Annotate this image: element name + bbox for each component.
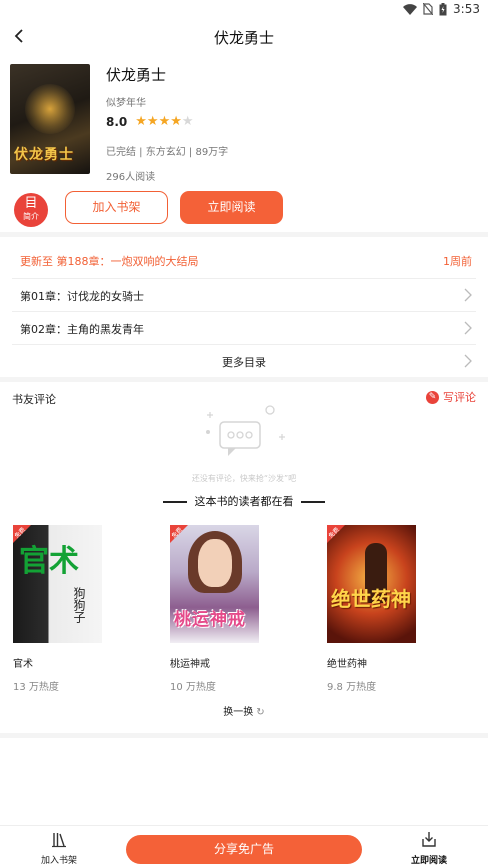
empty-comments-text: 还没有评论，快来抢“沙发”吧 (191, 474, 297, 483)
recommend-book-heat: 13 万热度 (13, 682, 59, 693)
no-sim-icon (423, 3, 434, 15)
cover-title: 绝世药神 (331, 587, 411, 611)
star-empty-icon: ★ (181, 114, 194, 129)
nav-bar: 伏龙勇士 (0, 20, 488, 52)
share-no-ads-button[interactable]: 分享免广告 (126, 835, 362, 864)
read-now-button[interactable]: 立即阅读 (180, 191, 283, 224)
title-line-right (301, 501, 325, 503)
refresh-icon: ↻ (256, 707, 265, 718)
recommend-book-card[interactable]: 桃运神戒 免费 桃运神戒 10 万热度 (170, 525, 290, 695)
recommend-book-cover: 官术 狗狗子 免费 (13, 525, 102, 643)
reviews-title: 书友评论 (12, 393, 56, 406)
download-icon (422, 832, 436, 847)
write-review-button[interactable]: ✎ 写评论 (426, 389, 476, 405)
status-icons: 3:53 (403, 2, 480, 16)
chevron-right-icon (464, 288, 472, 302)
book-author[interactable]: 似梦年华 (106, 94, 146, 109)
book-read-count: 296人阅读 (106, 172, 156, 183)
recommend-book-heat: 9.8 万热度 (327, 682, 377, 693)
cover-art (25, 84, 75, 134)
latest-chapter: 更新至 第188章：一炮双响的大结局 (20, 255, 199, 268)
book-cover[interactable]: 伏龙勇士 (10, 64, 90, 174)
section-divider (0, 232, 488, 237)
chevron-right-icon (464, 354, 472, 368)
cover-art (198, 539, 232, 587)
chapter-title: 第01章：讨伐龙的女骑士 (20, 290, 144, 303)
wifi-icon (403, 3, 418, 15)
chapter-title: 第02章：主角的黑发青年 (20, 323, 144, 336)
book-meta: 已完结 | 东方玄幻 | 89万字 (106, 147, 229, 158)
bottom-add-to-shelf[interactable]: 加入书架 (34, 830, 84, 866)
latest-update-row[interactable]: 更新至 第188章：一炮双响的大结局 1周前 (20, 250, 472, 272)
bottom-read-now-label: 立即阅读 (410, 856, 447, 866)
battery-icon (439, 2, 447, 15)
star-filled-icon: ★ (170, 114, 182, 129)
recommend-book-name: 桃运神戒 (170, 659, 210, 670)
status-time: 3:53 (453, 2, 480, 16)
intro-button[interactable]: 目 简介 (14, 193, 48, 227)
bottom-bar: 加入书架 分享免广告 立即阅读 (0, 825, 488, 867)
pencil-icon: ✎ (426, 390, 439, 404)
write-review-label: 写评论 (443, 391, 476, 404)
status-bar: 3:53 (0, 0, 488, 20)
section-divider (0, 377, 488, 382)
star-filled-icon: ★ (135, 114, 147, 129)
chapter-item[interactable]: 第01章：讨伐龙的女骑士 (12, 278, 476, 311)
recommend-book-cover: 绝世药神 免费 (327, 525, 416, 643)
recommend-book-card[interactable]: 绝世药神 免费 绝世药神 9.8 万热度 (327, 525, 447, 695)
cover-title: 桃运神戒 (174, 610, 246, 630)
intro-icon: 目 (24, 196, 38, 211)
update-time: 1周前 (443, 255, 472, 268)
book-header: 伏龙勇士 伏龙勇士 似梦年华 8.0 ★ ★ ★ ★ ★ 已完结 | 东方玄幻 | 89… (10, 64, 480, 184)
add-to-shelf-button[interactable]: 加入书架 (65, 191, 168, 224)
refresh-label: 换一换 (223, 707, 254, 718)
rating-score: 8.0 (106, 114, 128, 129)
chevron-right-icon (464, 321, 472, 335)
section-divider (0, 733, 488, 738)
recommend-book-card[interactable]: 官术 狗狗子 免费 官术 13 万热度 (13, 525, 133, 695)
page-title: 伏龙勇士 (213, 29, 274, 47)
recommend-book-heat: 10 万热度 (170, 682, 216, 693)
cover-title: 伏龙勇士 (14, 147, 74, 163)
recommend-book-cover: 桃运神戒 免费 (170, 525, 259, 643)
star-filled-icon: ★ (146, 114, 159, 129)
star-filled-icon: ★ (158, 114, 171, 129)
recommend-book-name: 官术 (13, 659, 33, 670)
empty-comments-icon (206, 405, 285, 456)
recommend-book-name: 绝世药神 (327, 659, 367, 670)
title-line-left (163, 501, 187, 503)
bottom-add-to-shelf-label: 加入书架 (40, 856, 77, 866)
recommend-title: 这本书的读者都在看 (194, 495, 294, 508)
more-chapters-label: 更多目录 (222, 356, 266, 369)
bottom-read-now[interactable]: 立即阅读 (402, 830, 456, 866)
intro-label: 简介 (23, 212, 39, 221)
chapter-item[interactable]: 第02章：主角的黑发青年 (12, 311, 476, 344)
bookshelf-icon (52, 833, 66, 848)
refresh-button[interactable]: 换一换 ↻ (0, 703, 488, 718)
more-chapters-row[interactable]: 更多目录 (12, 344, 476, 377)
cover-title: 官术 (19, 544, 79, 579)
recommend-title-row: 这本书的读者都在看 (0, 493, 488, 509)
cover-author: 狗狗子 (72, 587, 86, 623)
rating-stars: ★ ★ ★ ★ ★ (135, 114, 193, 129)
action-row: 目 简介 加入书架 立即阅读 (0, 191, 488, 227)
book-title: 伏龙勇士 (106, 66, 167, 84)
rating-row: 8.0 ★ ★ ★ ★ ★ (106, 114, 194, 129)
